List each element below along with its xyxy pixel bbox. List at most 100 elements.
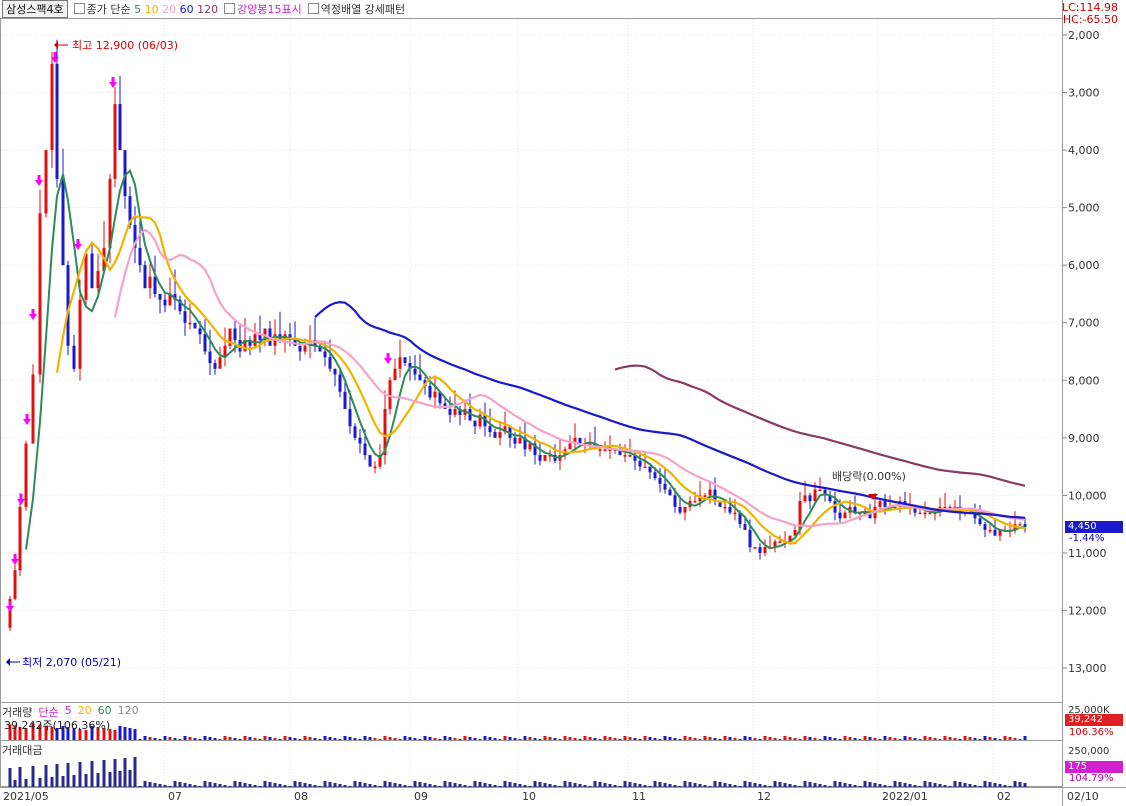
amount-bar xyxy=(733,785,737,787)
candle-body xyxy=(878,501,882,507)
amount-bar xyxy=(318,786,322,787)
strong-candle-marker-stem xyxy=(13,554,17,559)
x-axis-label: 07 xyxy=(168,790,182,803)
candle-body xyxy=(31,374,35,444)
candle-body xyxy=(498,432,502,438)
amount-bar xyxy=(603,783,607,787)
candle-body xyxy=(50,63,54,151)
candle-body xyxy=(528,443,532,450)
y-tick-label: 9,000 xyxy=(1068,432,1100,445)
candle-body xyxy=(543,455,547,461)
volume-bar xyxy=(838,739,842,740)
volume-bar xyxy=(363,736,367,740)
volume-bar xyxy=(628,737,632,740)
volume-bar xyxy=(483,736,487,740)
volume-bar xyxy=(258,739,262,740)
volume-bar xyxy=(878,739,882,740)
volume-bar xyxy=(738,739,742,740)
amount-bar xyxy=(968,784,972,787)
strong-candle-marker xyxy=(109,82,117,88)
y-tick-label: 11,000 xyxy=(1068,547,1107,560)
amount-bar xyxy=(978,786,982,787)
amount-bar xyxy=(938,784,942,787)
volume-bar xyxy=(153,738,157,740)
candle-body xyxy=(193,322,197,329)
candle-body xyxy=(668,489,672,496)
amount-bar xyxy=(663,783,667,787)
candle-body xyxy=(328,357,332,369)
volume-bar xyxy=(798,739,802,740)
candle-body xyxy=(818,489,822,492)
volume-bar xyxy=(598,739,602,740)
volume-bar xyxy=(413,738,417,740)
amount-bar xyxy=(133,757,137,787)
amount-bar xyxy=(248,784,252,787)
volume-bar xyxy=(603,736,607,740)
volume-bar xyxy=(778,739,782,740)
candle-body xyxy=(153,276,157,294)
volume-bar xyxy=(968,737,972,740)
x-axis-label: 09 xyxy=(414,790,428,803)
volume-bar xyxy=(333,738,337,740)
amount-panel-frame xyxy=(0,740,1063,787)
volume-bar xyxy=(223,736,227,740)
volume-bar xyxy=(808,737,812,740)
volume-bar xyxy=(668,737,672,740)
volume-bar xyxy=(1013,738,1017,740)
volume-bar xyxy=(573,738,577,740)
candle-body xyxy=(138,247,142,266)
amount-bar xyxy=(883,785,887,787)
amount-bar xyxy=(113,759,117,787)
volume-bar xyxy=(473,738,477,740)
volume-bar xyxy=(803,736,807,740)
amount-bar xyxy=(238,782,242,787)
amount-bar xyxy=(363,783,367,787)
volume-bar xyxy=(343,736,347,740)
amount-bar xyxy=(898,782,902,787)
amount-bar xyxy=(443,781,447,787)
volume-bar xyxy=(868,737,872,740)
amount-bar xyxy=(178,782,182,787)
amount-bar xyxy=(368,784,372,787)
amount-bar xyxy=(61,776,65,787)
amount-bar xyxy=(838,782,842,787)
price-chart[interactable]: 13,000 12,000 11,000 10,000 9,000 8,000 7,000 6… xyxy=(0,0,1126,806)
volume-bar xyxy=(993,738,997,740)
candle-body xyxy=(208,351,212,364)
volume-bar xyxy=(753,738,757,740)
amount-bar xyxy=(683,781,687,787)
volume-bar xyxy=(983,736,987,740)
candle-body xyxy=(513,437,517,444)
volume-bar xyxy=(488,737,492,740)
amount-bar xyxy=(303,783,307,787)
candle-body xyxy=(653,472,657,479)
volume-bar xyxy=(933,738,937,740)
volume-bar xyxy=(873,738,877,740)
candle-body xyxy=(538,455,542,461)
candle-body xyxy=(803,495,807,502)
volume-bar xyxy=(958,739,962,740)
amount-bar xyxy=(278,784,282,787)
volume-bar xyxy=(498,739,502,740)
amount-bar xyxy=(543,783,547,787)
x-axis-label: 02/10 xyxy=(1067,790,1099,803)
amount-bar xyxy=(353,781,357,787)
amount-bar xyxy=(528,786,532,787)
amount-bar xyxy=(153,783,157,787)
candle-body xyxy=(158,293,162,300)
volume-bar xyxy=(178,739,182,740)
volume-bar xyxy=(843,736,847,740)
amount-bar xyxy=(408,786,412,787)
y-tick-label: 12,000 xyxy=(1068,604,1107,617)
volume-bar xyxy=(428,737,432,740)
volume-bar xyxy=(423,736,427,740)
amount-bar xyxy=(193,785,197,787)
amount-bar xyxy=(633,783,637,787)
amount-bar xyxy=(1018,782,1022,787)
volume-bar xyxy=(248,737,252,740)
volume-bar xyxy=(818,739,822,740)
volume-bar xyxy=(433,738,437,740)
volume-bar xyxy=(758,739,762,740)
candle-body xyxy=(643,466,647,469)
x-axis-label: 2022/01 xyxy=(882,790,928,803)
